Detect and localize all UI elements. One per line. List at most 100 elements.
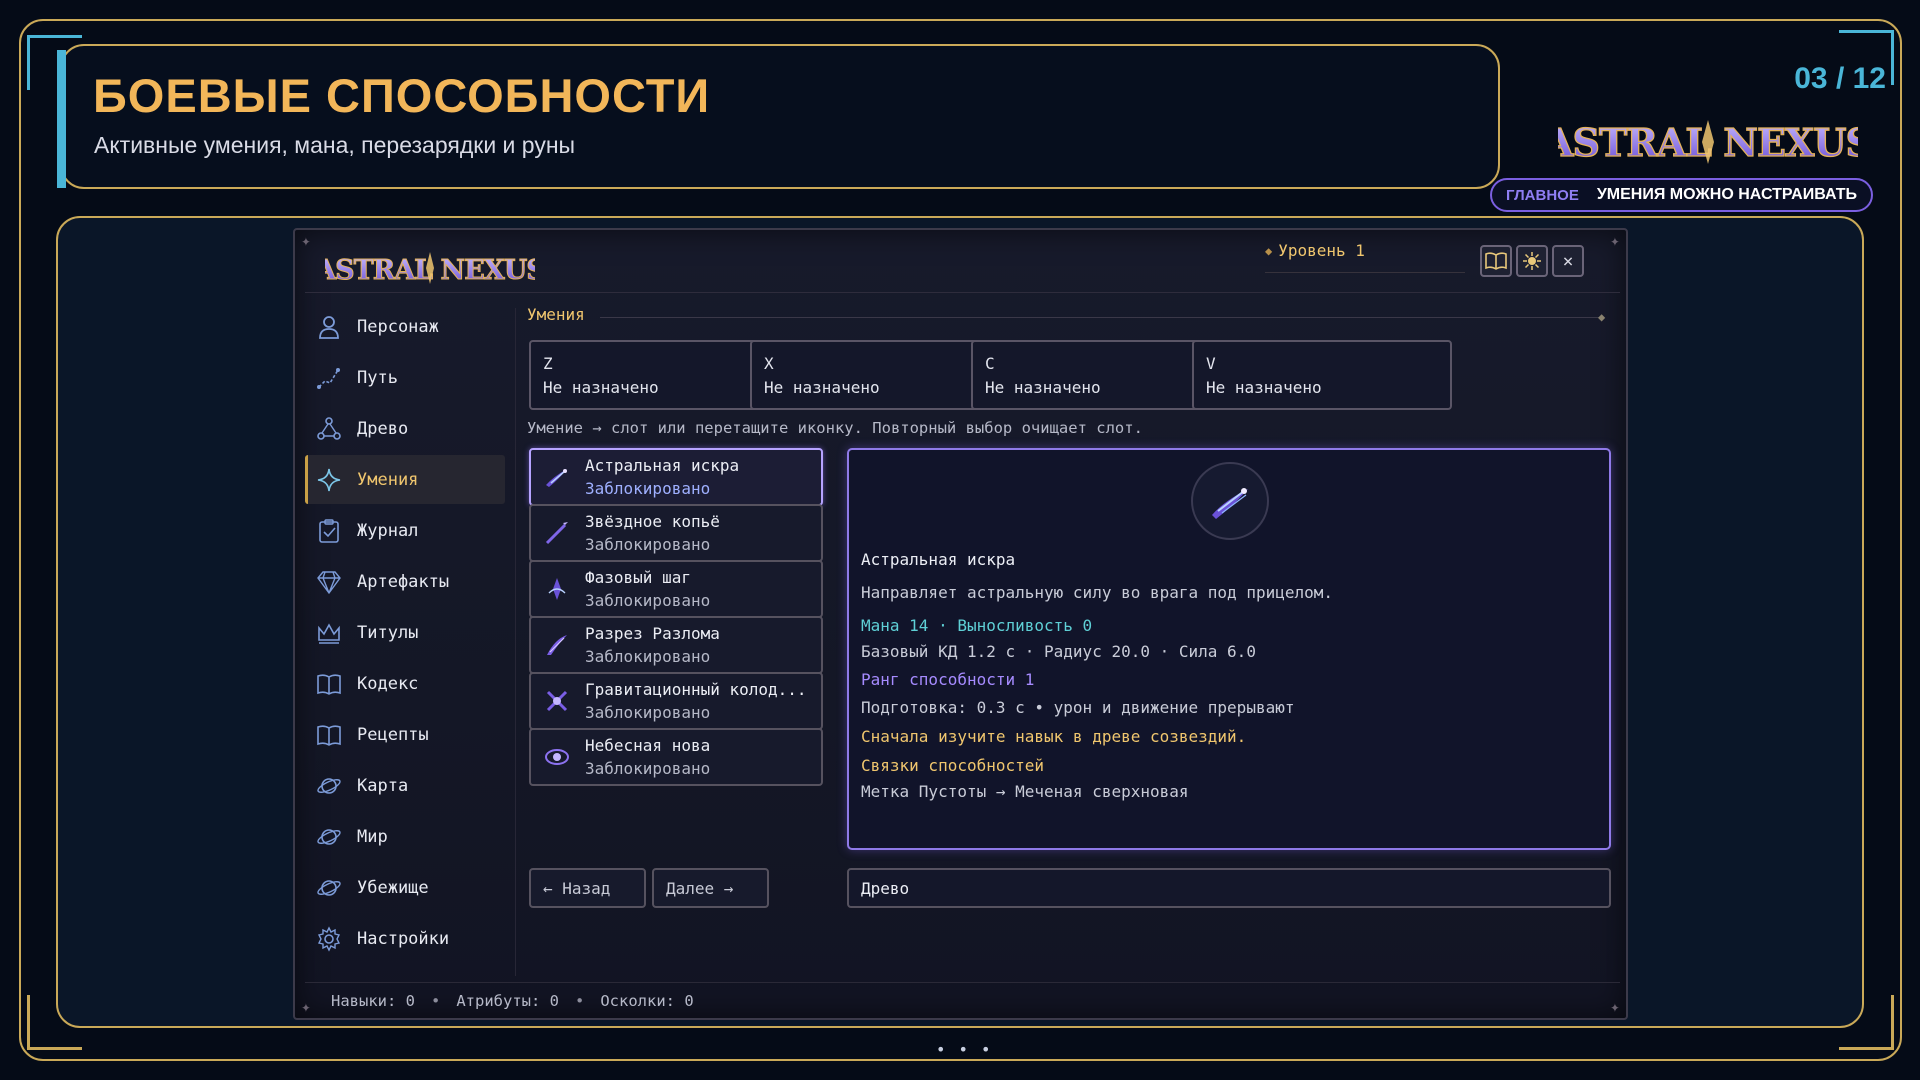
skill-name: Гравитационный колод... <box>585 680 807 699</box>
gravity-icon <box>543 687 571 715</box>
level-badge: ◆ Уровень 1 <box>1265 241 1365 260</box>
sidebar-item-shelter[interactable]: Убежище <box>305 863 505 912</box>
sidebar-item-label: Умения <box>357 469 419 490</box>
skill-item-phase-step[interactable]: Фазовый шаг Заблокировано <box>529 560 823 618</box>
sidebar-item-settings[interactable]: Настройки <box>305 914 505 963</box>
skill-item-star-spear[interactable]: Звёздное копьё Заблокировано <box>529 504 823 562</box>
sidebar-item-label: Кодекс <box>357 673 419 694</box>
sidebar-item-character[interactable]: Персонаж <box>305 302 505 351</box>
tree-icon <box>315 415 343 443</box>
status-attributes: Атрибуты: 0 <box>456 992 559 1010</box>
hotkey-slot-v[interactable]: V Не назначено <box>1192 340 1452 410</box>
sidebar-item-path[interactable]: Путь <box>305 353 505 402</box>
status-shards: Осколки: 0 <box>600 992 694 1010</box>
tag-pill: ГЛАВНОЕ УМЕНИЯ МОЖНО НАСТРАИВАТЬ <box>1490 178 1873 212</box>
gear-icon <box>315 925 343 953</box>
spear-icon <box>543 519 571 547</box>
skill-item-celestial-nova[interactable]: Небесная нова Заблокировано <box>529 728 823 786</box>
section-divider <box>600 317 1600 318</box>
slot-key: Z <box>543 354 553 373</box>
game-window: ✦ ✦ ✦ ✦ ASTRAL NEXUS ◆ Уровень 1 × Персо… <box>293 228 1628 1020</box>
detail-rank: Ранг способности 1 <box>861 670 1035 689</box>
sidebar-item-label: Журнал <box>357 520 419 541</box>
slot-value: Не назначено <box>764 378 880 397</box>
status-separator: • <box>575 992 585 1010</box>
book-icon <box>1485 252 1507 270</box>
slot-key: X <box>764 354 774 373</box>
sidebar-item-label: Титулы <box>357 622 419 643</box>
window-corner-ornament: ✦ <box>301 231 311 250</box>
detail-links: Метка Пустоты → Меченая сверхновая <box>861 782 1189 801</box>
level-text: Уровень 1 <box>1278 241 1365 260</box>
sidebar-item-map[interactable]: Карта <box>305 761 505 810</box>
planet-icon <box>315 874 343 902</box>
window-corner-ornament: ✦ <box>1610 997 1620 1016</box>
path-icon <box>315 364 343 392</box>
crown-icon <box>315 619 343 647</box>
journal-icon <box>315 517 343 545</box>
sun-button[interactable] <box>1516 245 1548 277</box>
skill-status: Заблокировано <box>585 535 711 554</box>
codex-button[interactable] <box>1480 245 1512 277</box>
detail-cost: Мана 14 · Выносливость 0 <box>861 616 1093 635</box>
skill-name: Разрез Разлома <box>585 624 720 643</box>
planet-icon <box>315 823 343 851</box>
status-bar: Навыки: 0 • Атрибуты: 0 • Осколки: 0 <box>331 992 694 1010</box>
gem-icon <box>315 568 343 596</box>
slash-icon <box>543 631 571 659</box>
planet-icon <box>315 772 343 800</box>
next-button[interactable]: Далее → <box>652 868 769 908</box>
tag-main: ГЛАВНОЕ <box>1506 186 1579 204</box>
detail-description: Направляет астральную силу во врага под … <box>861 583 1334 602</box>
window-corner-ornament: ✦ <box>1610 231 1620 250</box>
level-underline <box>1265 272 1465 273</box>
sidebar-item-world[interactable]: Мир <box>305 812 505 861</box>
slot-key: C <box>985 354 995 373</box>
spark-icon <box>1191 462 1269 540</box>
tree-link-field[interactable]: Древо <box>847 868 1611 908</box>
sidebar-item-recipes[interactable]: Рецепты <box>305 710 505 759</box>
tag-note: УМЕНИЯ МОЖНО НАСТРАИВАТЬ <box>1596 186 1857 203</box>
diamond-icon: ◆ <box>1265 243 1273 258</box>
skill-item-gravity-well[interactable]: Гравитационный колод... Заблокировано <box>529 672 823 730</box>
sidebar-item-label: Древо <box>357 418 409 439</box>
sidebar-item-titles[interactable]: Титулы <box>305 608 505 657</box>
slide-subtitle: Активные умения, мана, перезарядки и рун… <box>94 132 576 158</box>
skill-status: Заблокировано <box>585 647 711 666</box>
title-accent-bar <box>57 50 66 188</box>
back-button[interactable]: ← Назад <box>529 868 646 908</box>
sidebar-divider <box>515 308 516 976</box>
sidebar: Персонаж Путь Древо Умения Журнал Артефа… <box>305 302 505 965</box>
detail-base-stats: Базовый КД 1.2 с · Радиус 20.0 · Сила 6.… <box>861 642 1256 661</box>
sidebar-item-artifacts[interactable]: Артефакты <box>305 557 505 606</box>
section-title: Умения <box>527 305 585 324</box>
detail-prep: Подготовка: 0.3 с • урон и движение прер… <box>861 698 1295 717</box>
skill-item-astral-spark[interactable]: Астральная искра Заблокировано <box>529 448 823 506</box>
sidebar-item-skills[interactable]: Умения <box>305 455 505 504</box>
nova-icon <box>543 743 571 771</box>
book-icon <box>315 721 343 749</box>
detail-requirement: Сначала изучите навык в древе созвездий. <box>861 727 1247 746</box>
skill-status: Заблокировано <box>585 479 711 498</box>
header-divider <box>305 292 1620 293</box>
sun-icon <box>1523 252 1541 270</box>
sidebar-item-codex[interactable]: Кодекс <box>305 659 505 708</box>
sidebar-item-label: Настройки <box>357 928 450 949</box>
person-icon <box>315 313 343 341</box>
sidebar-item-tree[interactable]: Древо <box>305 404 505 453</box>
skill-status: Заблокировано <box>585 759 711 778</box>
skill-item-rift-slash[interactable]: Разрез Разлома Заблокировано <box>529 616 823 674</box>
game-logo: ASTRAL NEXUS <box>314 244 546 292</box>
sidebar-item-journal[interactable]: Журнал <box>305 506 505 555</box>
slide-counter: 03 / 12 <box>1794 62 1886 95</box>
close-button[interactable]: × <box>1552 245 1584 277</box>
pager-dots[interactable]: • • • <box>936 1040 994 1059</box>
phase-icon <box>543 575 571 603</box>
sidebar-item-label: Мир <box>357 826 388 847</box>
sidebar-item-label: Убежище <box>357 877 429 898</box>
sidebar-item-label: Карта <box>357 775 409 796</box>
sidebar-item-label: Персонаж <box>357 316 439 337</box>
skill-status: Заблокировано <box>585 703 711 722</box>
footer-divider <box>305 982 1620 983</box>
slot-key: V <box>1206 354 1216 373</box>
